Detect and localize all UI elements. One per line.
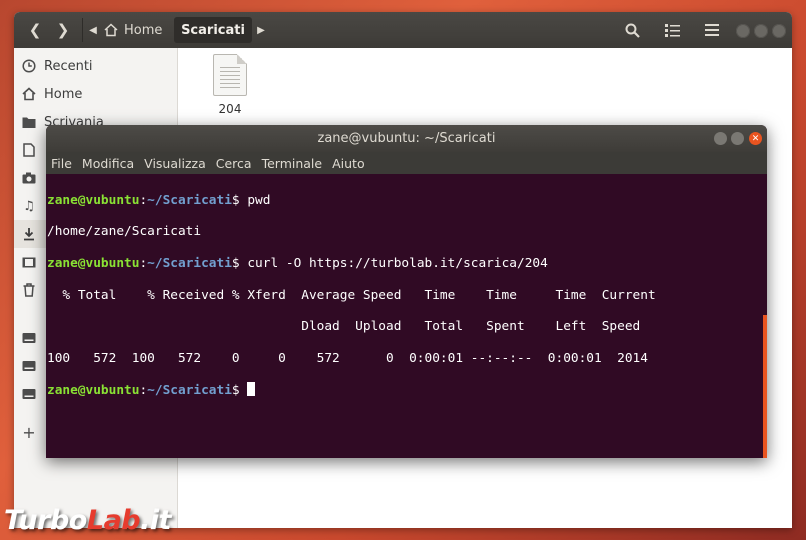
forward-button[interactable]: ❯ — [52, 18, 74, 42]
file-item-204[interactable]: 204 — [200, 54, 260, 116]
breadcrumb-current[interactable]: Scaricati — [174, 17, 252, 43]
watermark-part: .it — [140, 504, 172, 536]
files-close-button[interactable] — [772, 24, 786, 38]
terminal-window: zane@vubuntu: ~/Scaricati ✕ File Modific… — [46, 125, 767, 458]
prompt-path: ~/Scaricati — [147, 383, 232, 399]
terminal-scrollbar[interactable] — [763, 315, 767, 458]
film-icon — [21, 254, 37, 270]
terminal-output[interactable]: zane@vubuntu:~/Scaricati$ pwd /home/zane… — [46, 175, 760, 458]
terminal-line: zane@vubuntu:~/Scaricati$ curl -O https:… — [47, 255, 548, 271]
breadcrumb-current-label: Scaricati — [181, 22, 245, 38]
menu-visualizza[interactable]: Visualizza — [139, 156, 211, 171]
sidebar-item-label: Home — [44, 86, 83, 102]
sidebar-item-home[interactable]: Home — [14, 80, 177, 108]
close-icon: ✕ — [751, 133, 760, 144]
drive-icon — [21, 386, 37, 402]
terminal-line: zane@vubuntu:~/Scaricati$ — [47, 382, 760, 398]
hamburger-icon — [705, 24, 719, 36]
triangle-right-icon: ▶ — [257, 24, 265, 36]
clock-icon — [21, 58, 37, 74]
menu-file[interactable]: File — [46, 156, 77, 171]
turbolab-watermark: Turbo Lab .it — [4, 503, 172, 537]
sidebar-item-recenti[interactable]: Recenti — [14, 52, 177, 80]
breadcrumb-home[interactable]: Home — [104, 18, 162, 42]
files-maximize-button[interactable] — [754, 24, 768, 38]
watermark-part: Turbo — [4, 504, 87, 536]
terminal-line: Dload Upload Total Spent Left Speed — [47, 319, 641, 335]
menu-modifica[interactable]: Modifica — [77, 156, 139, 171]
file-name: 204 — [218, 102, 242, 116]
list-view-icon — [664, 24, 680, 37]
terminal-line: zane@vubuntu:~/Scaricati$ pwd — [47, 192, 271, 208]
menu-terminale[interactable]: Terminale — [257, 156, 328, 171]
document-icon — [21, 142, 37, 158]
camera-icon — [21, 170, 37, 186]
chevron-right-icon: ❯ — [56, 21, 70, 39]
path-scroll-right-button[interactable]: ▶ — [254, 18, 268, 42]
path-scroll-left-button[interactable]: ◀ — [86, 18, 100, 42]
plus-icon: + — [22, 422, 36, 442]
drive-icon — [21, 358, 37, 374]
files-minimize-button[interactable] — [736, 24, 750, 38]
terminal-line: /home/zane/Scaricati — [47, 224, 202, 240]
download-icon — [21, 226, 37, 242]
watermark-part: Lab — [86, 504, 141, 536]
terminal-title: zane@vubuntu: ~/Scaricati — [317, 131, 496, 146]
terminal-titlebar[interactable]: zane@vubuntu: ~/Scaricati ✕ — [46, 125, 767, 152]
back-button[interactable]: ❮ — [24, 18, 46, 42]
folder-icon — [21, 114, 37, 130]
search-icon — [625, 23, 640, 38]
triangle-left-icon: ◀ — [89, 24, 97, 36]
search-button[interactable] — [620, 18, 644, 42]
text-file-icon — [213, 54, 247, 96]
home-icon — [21, 86, 37, 102]
menu-aiuto[interactable]: Aiuto — [327, 156, 370, 171]
terminal-line: % Total % Received % Xferd Average Speed… — [47, 287, 656, 303]
terminal-close-button[interactable]: ✕ — [749, 132, 762, 145]
menu-cerca[interactable]: Cerca — [211, 156, 257, 171]
command-text: pwd — [239, 192, 271, 208]
home-icon — [104, 23, 118, 37]
header-separator — [82, 18, 83, 42]
command-text: curl -O https://turbolab.it/scarica/204 — [239, 255, 548, 271]
music-note-icon: ♫ — [23, 198, 35, 214]
prompt-path: ~/Scaricati — [147, 192, 232, 208]
prompt-user: zane@vubuntu — [47, 192, 140, 208]
prompt-user: zane@vubuntu — [47, 383, 140, 399]
prompt-user: zane@vubuntu — [47, 255, 140, 271]
trash-icon — [21, 282, 37, 298]
text-cursor — [247, 382, 256, 397]
prompt-path: ~/Scaricati — [147, 255, 232, 271]
drive-icon — [21, 330, 37, 346]
chevron-left-icon: ❮ — [28, 21, 42, 39]
terminal-maximize-button[interactable] — [731, 132, 744, 145]
terminal-minimize-button[interactable] — [714, 132, 727, 145]
view-options-button[interactable] — [660, 18, 684, 42]
breadcrumb-home-label: Home — [124, 22, 163, 38]
sidebar-item-label: Recenti — [44, 58, 93, 74]
files-headerbar: ❮ ❯ ◀ Home Scaricati ▶ — [14, 12, 792, 48]
terminal-line: 100 572 100 572 0 0 572 0 0:00:01 --:--:… — [47, 350, 648, 366]
terminal-menubar: File Modifica Visualizza Cerca Terminale… — [46, 152, 767, 174]
app-menu-button[interactable] — [700, 18, 724, 42]
